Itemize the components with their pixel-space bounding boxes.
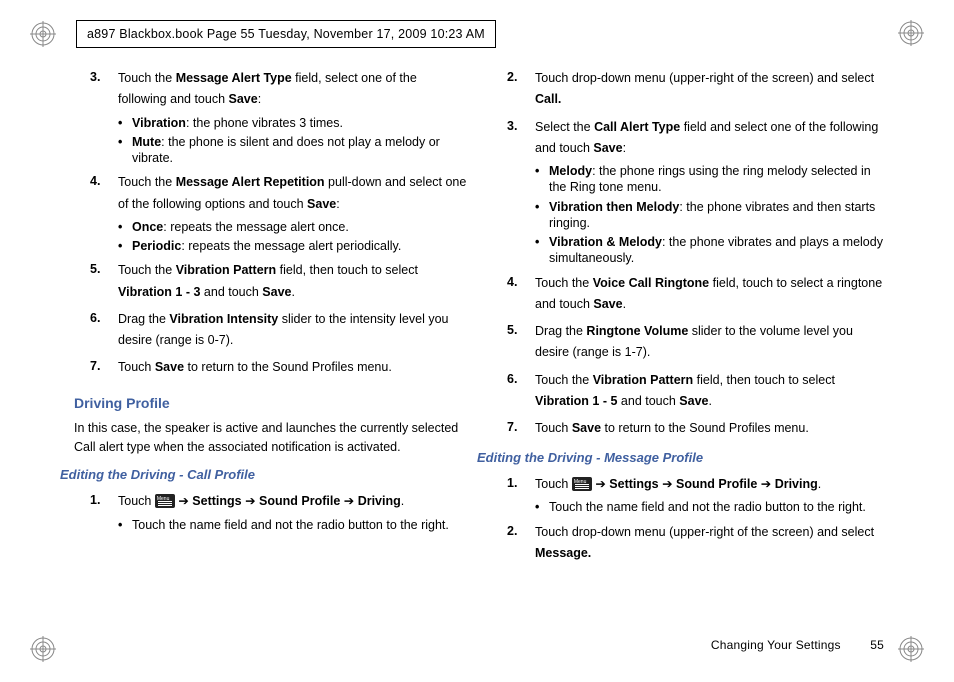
bullet-item: Vibration & Melody: the phone vibrates a… [535,234,884,267]
step-body: Touch ➔ Settings ➔ Sound Profile ➔ Drivi… [535,474,884,495]
list-item: 1. Touch ➔ Settings ➔ Sound Profile ➔ Dri… [507,474,884,516]
left-column: 3. Touch the Message Alert Type field, se… [90,68,467,570]
step-body: Touch Save to return to the Sound Profil… [118,357,467,378]
bullet-list: Once: repeats the message alert once. Per… [118,219,467,255]
menu-icon [572,477,592,491]
step-number: 1. [507,474,517,492]
bullet-item: Periodic: repeats the message alert peri… [118,238,467,254]
numbered-list: 3. Touch the Message Alert Type field, se… [90,68,467,379]
list-item: 7. Touch Save to return to the Sound Prof… [507,418,884,439]
step-number: 2. [507,68,517,86]
step-number: 7. [90,357,100,375]
crop-mark-icon [30,636,56,662]
step-number: 5. [507,321,517,339]
step-body: Touch the Vibration Pattern field, then … [535,370,884,413]
step-body: Drag the Vibration Intensity slider to t… [118,309,467,352]
step-number: 5. [90,260,100,278]
step-body: Touch drop-down menu (upper-right of the… [535,522,884,565]
step-body: Select the Call Alert Type field and sel… [535,117,884,160]
footer-section: Changing Your Settings [711,638,841,652]
subsection-heading: Editing the Driving - Message Profile [477,449,884,468]
numbered-list: 1. Touch ➔ Settings ➔ Sound Profile ➔ Dri… [507,474,884,564]
step-number: 6. [90,309,100,327]
step-body: Touch Save to return to the Sound Profil… [535,418,884,439]
list-item: 6. Touch the Vibration Pattern field, the… [507,370,884,413]
numbered-list: 1. Touch ➔ Settings ➔ Sound Profile ➔ Dri… [90,491,467,533]
list-item: 2. Touch drop-down menu (upper-right of t… [507,68,884,111]
bullet-list: Touch the name field and not the radio b… [118,517,467,533]
crop-mark-icon [898,20,924,46]
step-body: Touch the Message Alert Repetition pull-… [118,172,467,215]
bullet-item: Touch the name field and not the radio b… [535,499,884,515]
section-heading: Driving Profile [74,393,467,413]
step-number: 3. [507,117,517,135]
list-item: 2. Touch drop-down menu (upper-right of t… [507,522,884,565]
menu-icon [155,494,175,508]
crop-mark-icon [898,636,924,662]
page-footer: Changing Your Settings 55 [711,637,884,654]
list-item: 4. Touch the Voice Call Ringtone field, t… [507,273,884,316]
step-body: Touch drop-down menu (upper-right of the… [535,68,884,111]
bullet-item: Vibration then Melody: the phone vibrate… [535,199,884,232]
step-number: 2. [507,522,517,540]
bullet-list: Melody: the phone rings using the ring m… [535,163,884,267]
step-number: 1. [90,491,100,509]
bullet-item: Melody: the phone rings using the ring m… [535,163,884,196]
step-number: 4. [507,273,517,291]
bullet-item: Vibration: the phone vibrates 3 times. [118,115,467,131]
bullet-item: Touch the name field and not the radio b… [118,517,467,533]
right-column: 2. Touch drop-down menu (upper-right of t… [507,68,884,570]
step-body: Touch the Vibration Pattern field, then … [118,260,467,303]
step-body: Touch the Voice Call Ringtone field, tou… [535,273,884,316]
list-item: 3. Select the Call Alert Type field and s… [507,117,884,267]
step-number: 4. [90,172,100,190]
step-body: Touch ➔ Settings ➔ Sound Profile ➔ Drivi… [118,491,467,512]
step-body: Drag the Ringtone Volume slider to the v… [535,321,884,364]
bullet-item: Mute: the phone is silent and does not p… [118,134,467,167]
bullet-item: Once: repeats the message alert once. [118,219,467,235]
step-number: 6. [507,370,517,388]
step-number: 7. [507,418,517,436]
list-item: 4. Touch the Message Alert Repetition pul… [90,172,467,254]
list-item: 5. Drag the Ringtone Volume slider to the… [507,321,884,364]
subsection-heading: Editing the Driving - Call Profile [60,466,467,485]
numbered-list: 2. Touch drop-down menu (upper-right of t… [507,68,884,439]
step-body: Touch the Message Alert Type field, sele… [118,68,467,111]
list-item: 5. Touch the Vibration Pattern field, the… [90,260,467,303]
list-item: 1. Touch ➔ Settings ➔ Sound Profile ➔ Dri… [90,491,467,533]
footer-page-number: 55 [870,637,884,654]
list-item: 7. Touch Save to return to the Sound Prof… [90,357,467,378]
bullet-list: Vibration: the phone vibrates 3 times. Mu… [118,115,467,167]
page-stamp: a897 Blackbox.book Page 55 Tuesday, Nove… [76,20,496,48]
bullet-list: Touch the name field and not the radio b… [535,499,884,515]
step-number: 3. [90,68,100,86]
list-item: 6. Drag the Vibration Intensity slider to… [90,309,467,352]
crop-mark-icon [30,21,56,47]
section-intro: In this case, the speaker is active and … [74,419,467,457]
list-item: 3. Touch the Message Alert Type field, se… [90,68,467,166]
